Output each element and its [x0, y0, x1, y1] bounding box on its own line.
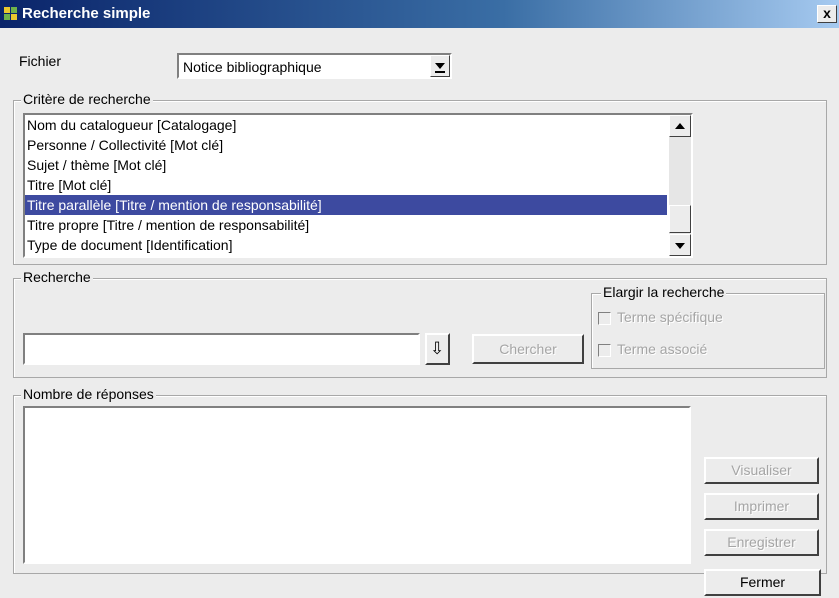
terme-specifique-checkbox[interactable] — [598, 312, 611, 325]
chevron-down-icon — [435, 63, 445, 69]
terme-specifique-label: Terme spécifique — [617, 309, 723, 325]
recherche-simple-dialog: Recherche simple x Fichier Notice biblio… — [0, 0, 839, 598]
terme-associe-label: Terme associé — [617, 341, 708, 357]
fichier-label: Fichier — [19, 53, 62, 69]
chercher-button[interactable]: Chercher — [472, 334, 584, 364]
scroll-thumb[interactable] — [669, 205, 691, 233]
close-button[interactable]: x — [817, 5, 837, 23]
arrow-up-icon — [675, 123, 685, 129]
elargir-group — [591, 293, 825, 369]
fichier-select-value: Notice bibliographique — [183, 59, 322, 75]
critere-legend: Critère de recherche — [21, 91, 153, 107]
reponses-legend: Nombre de réponses — [21, 386, 156, 402]
enregistrer-button[interactable]: Enregistrer — [704, 529, 819, 556]
critere-listbox[interactable]: Nom du catalogueur [Catalogage] Personne… — [23, 113, 693, 258]
window-title: Recherche simple — [22, 5, 151, 22]
imprimer-button[interactable]: Imprimer — [704, 493, 819, 520]
arrow-down-icon: ⇩ — [430, 339, 445, 358]
elargir-legend: Elargir la recherche — [601, 284, 727, 300]
list-item[interactable]: Titre [Mot clé] — [25, 175, 667, 195]
visualiser-button[interactable]: Visualiser — [704, 457, 819, 484]
title-bar[interactable]: Recherche simple x — [0, 0, 839, 28]
list-item[interactable]: Titre propre [Titre / mention de respons… — [25, 215, 667, 235]
recherche-legend: Recherche — [21, 269, 93, 285]
listbox-scrollbar[interactable] — [669, 115, 691, 256]
app-icon — [4, 7, 18, 21]
list-item[interactable]: Sujet / thème [Mot clé] — [25, 155, 667, 175]
scroll-down-button[interactable] — [669, 234, 691, 256]
arrow-down-icon — [675, 243, 685, 249]
insert-term-button[interactable]: ⇩ — [425, 333, 450, 365]
scroll-up-button[interactable] — [669, 115, 691, 137]
list-item-selected[interactable]: Titre parallèle [Titre / mention de resp… — [25, 195, 667, 215]
list-item[interactable]: Nom du catalogueur [Catalogage] — [25, 115, 667, 135]
fermer-button[interactable]: Fermer — [704, 569, 821, 596]
fichier-dropdown-button[interactable] — [430, 55, 450, 77]
recherche-input[interactable] — [23, 333, 420, 365]
terme-associe-checkbox[interactable] — [598, 344, 611, 357]
list-item[interactable]: Personne / Collectivité [Mot clé] — [25, 135, 667, 155]
fichier-select[interactable]: Notice bibliographique — [177, 53, 452, 79]
results-list[interactable] — [23, 406, 691, 564]
list-item[interactable]: Type de document [Identification] — [25, 235, 667, 255]
